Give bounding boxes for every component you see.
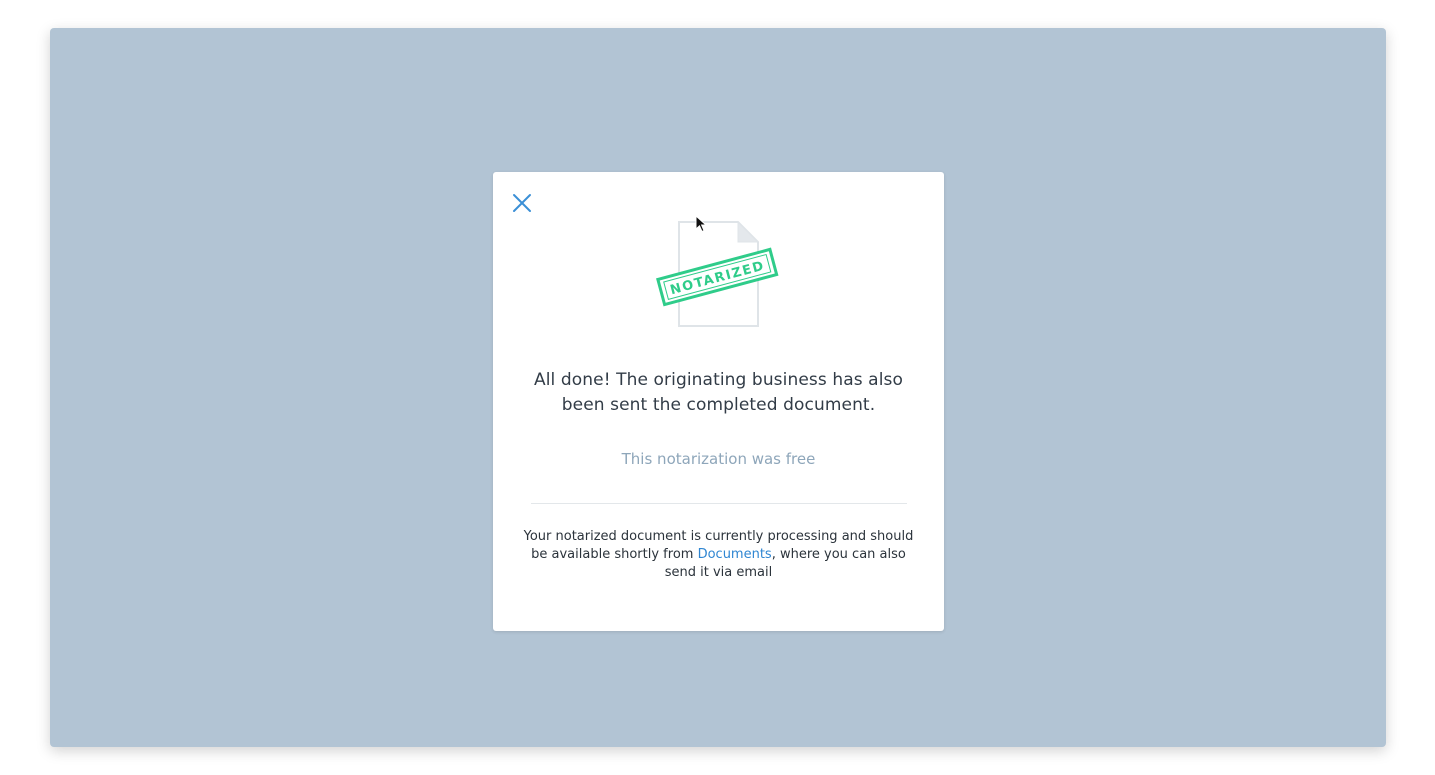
mouse-cursor-icon [695,214,708,233]
price-note: This notarization was free [621,450,816,468]
divider [531,503,907,504]
completion-dialog: NOTARIZED All done! The originating busi… [493,172,944,631]
close-icon [513,194,531,212]
processing-note: Your notarized document is currently pro… [523,528,914,582]
documents-link[interactable]: Documents [698,547,772,562]
success-message: All done! The originating business has a… [534,370,903,415]
mouse-cursor [695,214,708,233]
close-button[interactable] [511,192,533,214]
app-backdrop: NOTARIZED All done! The originating busi… [50,28,1386,747]
notarized-document-icon: NOTARIZED [656,220,779,327]
notarized-document-illustration: NOTARIZED [653,218,783,330]
